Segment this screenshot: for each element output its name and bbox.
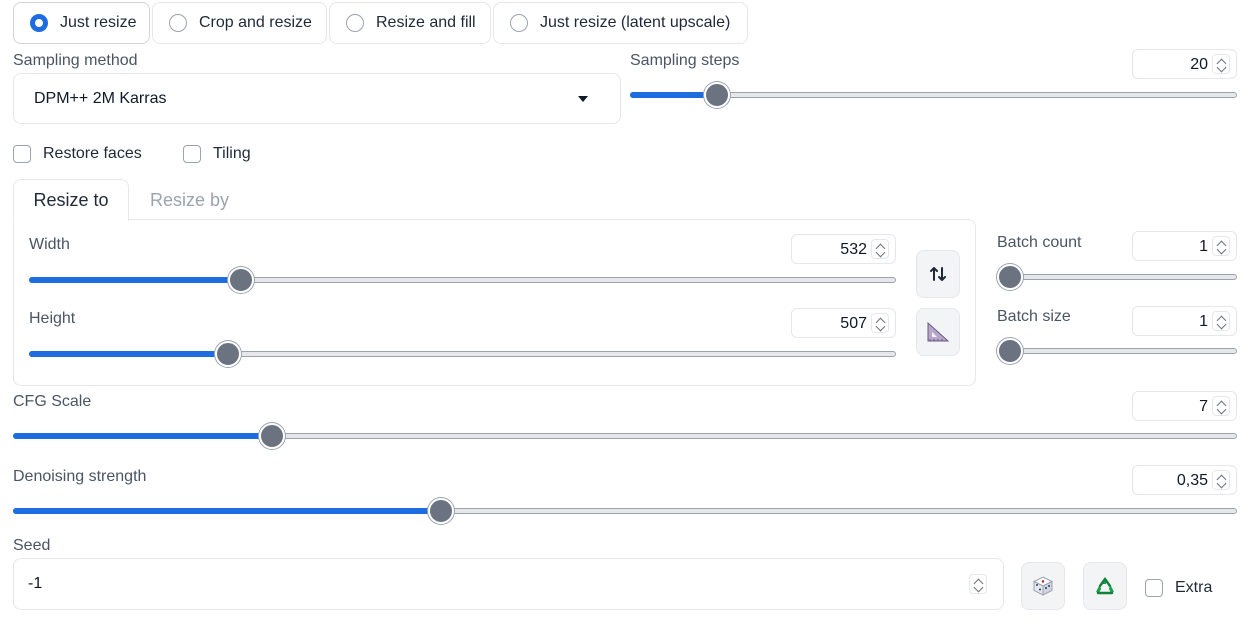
cfg-scale-slider[interactable] [13,423,1237,449]
seed-input[interactable]: -1 [13,558,1004,610]
sampling-steps-slider[interactable] [630,82,1237,108]
recycle-icon [1096,577,1114,595]
radio-just-resize[interactable]: Just resize [13,2,150,44]
batch-size-value: 1 [1199,313,1208,330]
radio-just-resize-latent-upscale[interactable]: Just resize (latent upscale) [493,2,748,44]
batch-count-input[interactable]: 1 [1132,231,1237,261]
slider-fill [29,351,228,357]
tab-label: Resize to [33,189,109,210]
checkbox-label: Extra [1175,579,1213,596]
batch-size-label: Batch size [997,308,1071,325]
cfg-scale-value: 7 [1199,398,1208,415]
sampling-method-value: DPM++ 2M Karras [34,89,167,107]
radio-dot [346,14,364,32]
slider-fill [13,508,442,514]
radio-dot [30,14,48,32]
slider-thumb[interactable] [227,267,254,293]
stepper-icon[interactable] [1212,236,1230,256]
dice-icon [1032,576,1054,596]
denoising-strength-label: Denoising strength [13,468,147,485]
batch-size-slider[interactable] [997,338,1237,364]
checkbox-label: Restore faces [43,145,142,162]
cfg-scale-label: CFG Scale [13,393,92,410]
width-value: 532 [840,241,867,258]
stepper-icon[interactable] [1212,54,1230,74]
radio-dot [169,14,187,32]
height-label: Height [29,310,76,327]
swap-dimensions-button[interactable] [916,250,960,298]
sampling-steps-input[interactable]: 20 [1132,49,1237,79]
checkbox-box[interactable] [183,145,201,163]
sampling-method-dropdown[interactable]: DPM++ 2M Karras [13,73,621,124]
slider-thumb[interactable] [997,264,1023,290]
batch-size-input[interactable]: 1 [1132,306,1237,336]
denoising-strength-slider[interactable] [13,498,1237,524]
stepper-icon[interactable] [1212,311,1230,331]
slider-fill [13,433,273,439]
extra-checkbox[interactable]: Extra [1145,579,1212,597]
radio-label: Just resize [60,14,137,31]
slider-fill [29,277,241,283]
height-slider[interactable] [29,341,896,367]
checkbox-box[interactable] [13,145,31,163]
batch-count-slider[interactable] [997,264,1237,290]
random-seed-button[interactable] [1021,562,1065,610]
width-slider[interactable] [29,267,896,293]
batch-count-value: 1 [1199,238,1208,255]
tab-resize-to[interactable]: Resize to [13,179,129,221]
sampling-steps-label: Sampling steps [630,52,740,69]
radio-dot [510,14,528,32]
slider-thumb[interactable] [997,338,1023,364]
seed-label: Seed [13,537,51,554]
radio-crop-and-resize[interactable]: Crop and resize [152,2,327,44]
triangle-ruler-icon [927,321,950,342]
slider-thumb[interactable] [259,423,286,449]
denoising-strength-value: 0,35 [1176,472,1208,489]
stepper-icon[interactable] [1212,396,1230,416]
tiling-checkbox[interactable]: Tiling [183,145,251,163]
stepper-icon[interactable] [871,239,889,259]
checkbox-label: Tiling [213,145,251,162]
cfg-scale-input[interactable]: 7 [1132,391,1237,421]
slider-thumb[interactable] [428,498,455,524]
chevron-down-icon [578,96,588,102]
sampling-method-label: Sampling method [13,52,138,69]
width-label: Width [29,236,70,253]
checkbox-box[interactable] [1145,579,1163,597]
height-value: 507 [840,315,867,332]
radio-label: Crop and resize [199,14,312,31]
stepper-icon[interactable] [1212,470,1230,490]
batch-count-label: Batch count [997,234,1082,251]
sampling-steps-value: 20 [1190,56,1208,73]
width-input[interactable]: 532 [791,234,896,264]
restore-faces-checkbox[interactable]: Restore faces [13,145,142,163]
slider-thumb[interactable] [704,82,731,108]
aspect-ratio-button[interactable] [916,308,960,356]
tab-resize-by[interactable]: Resize by [150,190,229,211]
radio-resize-and-fill[interactable]: Resize and fill [329,2,491,44]
stepper-icon[interactable] [969,574,987,594]
tab-label: Resize by [150,190,230,210]
reuse-seed-button[interactable] [1083,562,1127,610]
height-input[interactable]: 507 [791,308,896,338]
denoising-strength-input[interactable]: 0,35 [1132,465,1237,495]
slider-track [997,274,1237,280]
radio-label: Resize and fill [376,14,476,31]
stepper-icon[interactable] [871,313,889,333]
swap-dimensions-icon [930,267,946,281]
slider-thumb[interactable] [214,341,241,367]
seed-value: -1 [28,575,43,592]
radio-label: Just resize (latent upscale) [540,14,731,31]
slider-track [997,348,1237,354]
